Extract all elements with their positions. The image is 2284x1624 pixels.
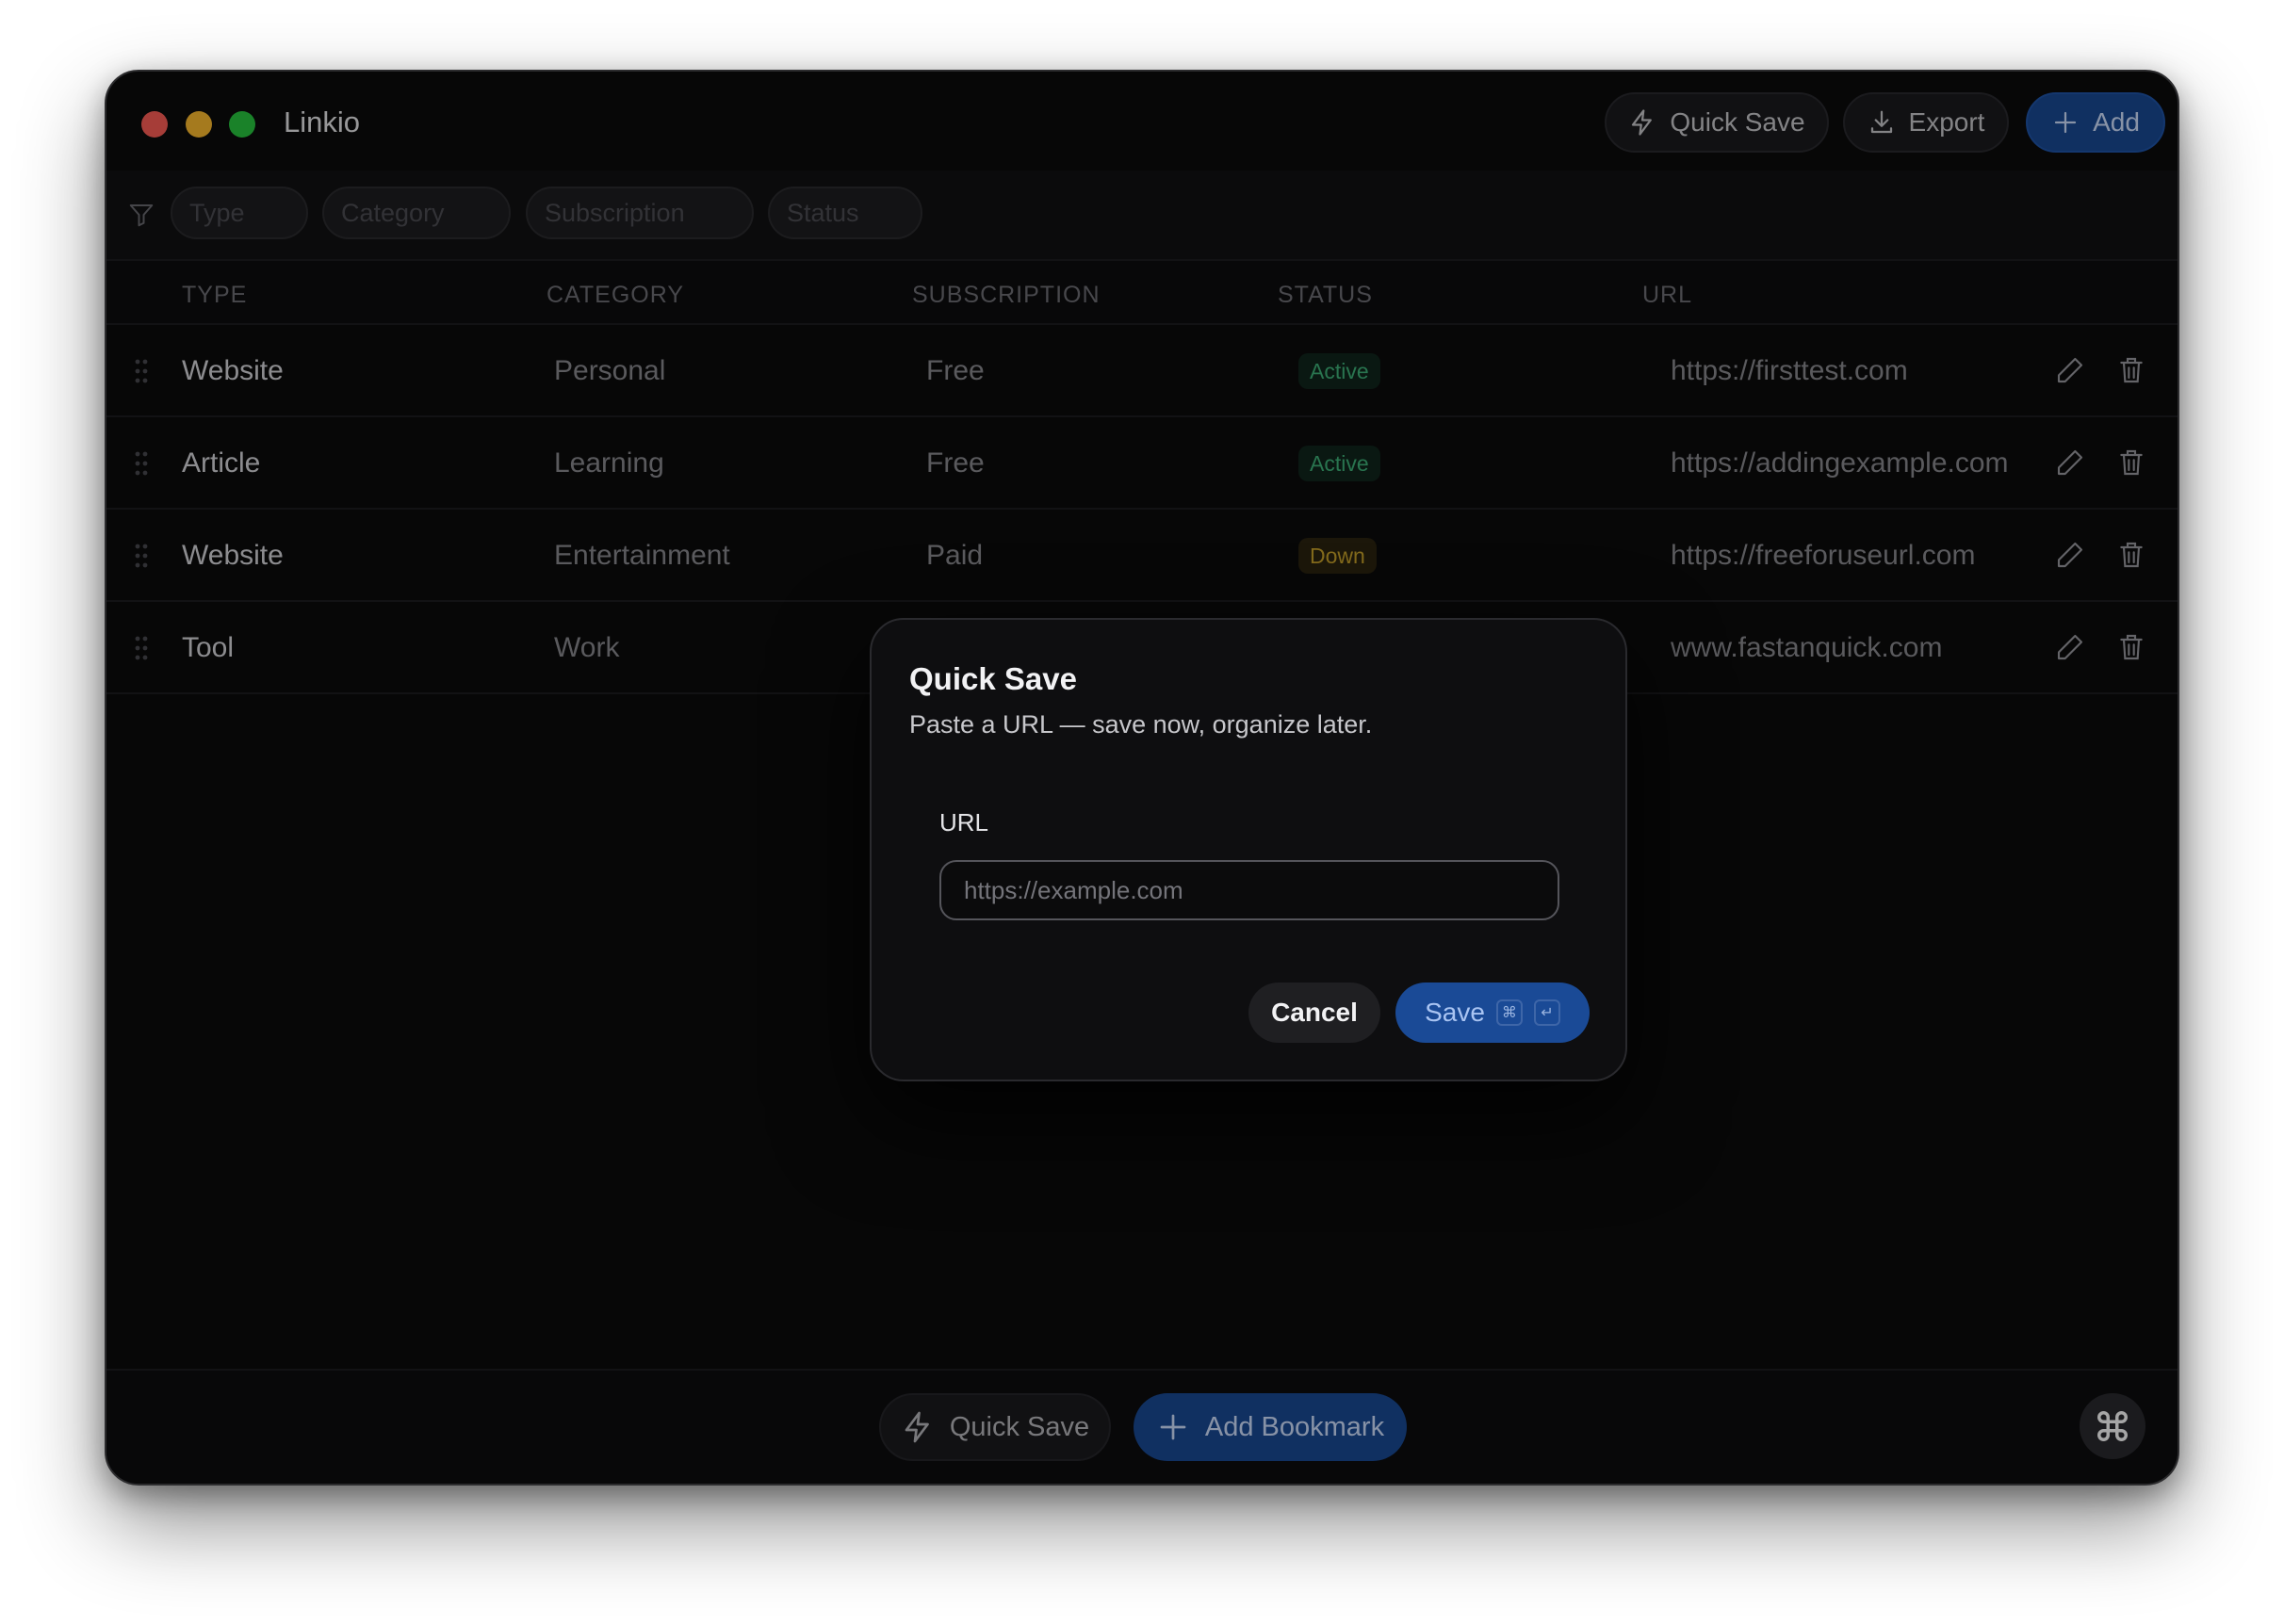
save-button[interactable]: Save ⌘ ↵ [1395,983,1590,1043]
dialog-subtitle: Paste a URL — save now, organize later. [909,710,1373,739]
url-label: URL [939,808,989,836]
url-input[interactable] [939,860,1559,920]
cancel-button[interactable]: Cancel [1248,983,1380,1043]
app-window: Linkio Quick Save Export Add Type Catego… [105,70,2179,1486]
dialog-title: Quick Save [909,661,1077,696]
quick-save-dialog: Quick Save Paste a URL — save now, organ… [870,618,1627,1081]
command-key-hint: ⌘ [1495,999,1523,1026]
enter-key-hint: ↵ [1533,999,1560,1026]
save-label: Save [1425,998,1485,1027]
